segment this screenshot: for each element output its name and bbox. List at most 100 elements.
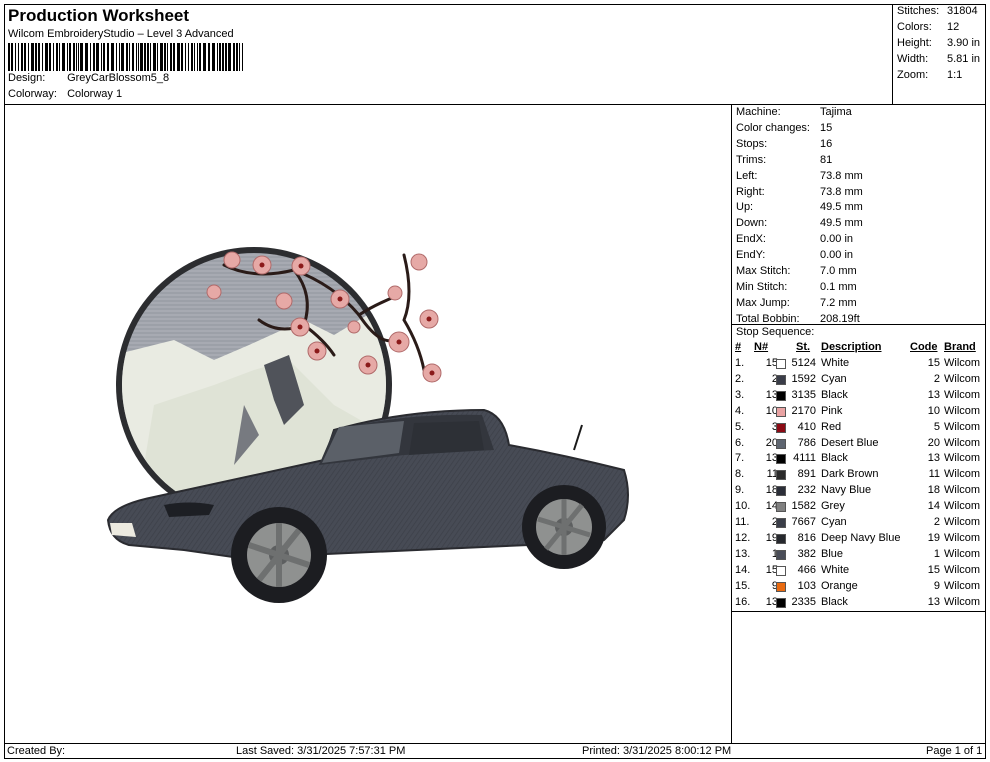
row-code: 15 [927, 357, 940, 369]
info-label: Min Stitch: [736, 280, 788, 293]
stats-box: Stitches: 31804 Colors: 12 Height: 3.90 in … [893, 4, 986, 105]
row-code: 1 [933, 547, 940, 560]
color-swatch [776, 422, 786, 433]
row-index: 5. [735, 420, 745, 433]
row-code: 2 [933, 372, 940, 385]
row-code: 19 [927, 531, 940, 544]
row-brand: Wilcom [944, 547, 981, 560]
color-swatch [776, 374, 786, 385]
info-value: 15 [820, 121, 833, 134]
row-description: Cyan [821, 372, 847, 385]
info-label: Total Bobbin: [736, 312, 800, 325]
worksheet-header: Production Worksheet Wilcom EmbroiderySt… [4, 4, 893, 105]
row-needle: 9 [771, 579, 778, 592]
info-value: 7.0 mm [820, 265, 857, 277]
row-code: 13 [927, 452, 940, 465]
info-row: Down: 49.5 mm [736, 217, 863, 229]
info-row: Left: 73.8 mm [736, 170, 863, 182]
row-code: 14 [927, 500, 940, 513]
row-code: 13 [927, 388, 940, 401]
table-row: 10. 14 1582 Grey 14 Wilcom [732, 499, 986, 515]
info-label: Up: [736, 201, 754, 214]
design-value: GreyCarBlossom5_8 [67, 72, 170, 84]
info-label: EndX: [736, 233, 766, 246]
color-swatch [776, 565, 786, 576]
stop-sequence-label: Stop Sequence: [736, 326, 815, 338]
info-label: Max Jump: [736, 296, 790, 309]
info-label: Machine: [736, 106, 781, 118]
info-label: Color changes: [736, 121, 810, 134]
row-code: 9 [933, 579, 940, 592]
row-brand: Wilcom [944, 500, 981, 513]
embroidery-design-image [106, 247, 629, 603]
row-stitches: 103 [797, 579, 816, 592]
row-index: 11. [735, 516, 750, 528]
info-row: Right: 73.8 mm [736, 186, 863, 198]
row-needle: 10 [765, 404, 778, 417]
barcode-image [8, 43, 243, 71]
row-description: Black [821, 452, 848, 465]
row-brand: Wilcom [944, 420, 981, 433]
row-needle: 11 [766, 468, 778, 481]
table-row: 8. 11 891 Dark Brown 11 Wilcom [732, 467, 986, 483]
row-needle: 15 [765, 563, 778, 576]
row-brand: Wilcom [944, 563, 981, 576]
printed-date: Printed: 3/31/2025 8:00:12 PM [582, 745, 732, 757]
colorway-value: Colorway 1 [67, 88, 123, 100]
row-code: 2 [933, 516, 940, 528]
info-value: 16 [820, 137, 833, 150]
row-brand: Wilcom [944, 372, 981, 385]
last-saved: Last Saved: 3/31/2025 7:57:31 PM [236, 745, 406, 757]
row-stitches: 816 [797, 531, 816, 544]
col-st-header: St. [796, 341, 811, 353]
table-row: 9. 18 232 Navy Blue 18 Wilcom [732, 483, 986, 499]
stitches-value: 31804 [947, 5, 978, 17]
info-label: EndY: [736, 249, 766, 262]
color-swatch [776, 533, 786, 544]
row-description: White [821, 563, 850, 576]
row-needle: 15 [765, 357, 778, 369]
row-needle: 1 [771, 547, 778, 560]
info-label: Trims: [736, 153, 767, 166]
row-needle: 13 [765, 452, 778, 465]
worksheet-footer: Created By: Last Saved: 3/31/2025 7:57:3… [4, 743, 986, 759]
info-value: 49.5 mm [820, 217, 863, 230]
info-label: Left: [736, 169, 758, 182]
row-needle: 2 [771, 372, 778, 385]
row-stitches: 1592 [791, 372, 816, 385]
row-brand: Wilcom [944, 357, 981, 369]
info-label: Right: [736, 185, 765, 198]
table-row: 1. 15 5124 White 15 Wilcom [732, 356, 986, 372]
row-index: 14. [735, 563, 751, 576]
info-label: Down: [736, 217, 768, 230]
design-preview [4, 105, 732, 743]
info-row: Trims: 81 [736, 154, 832, 166]
table-row: 11. 2 7667 Cyan 2 Wilcom [732, 515, 986, 531]
width-label: Width: [897, 53, 929, 65]
info-label: Stops: [736, 137, 768, 150]
col-num-header: N# [754, 341, 769, 353]
info-value: 73.8 mm [820, 169, 863, 182]
row-brand: Wilcom [944, 452, 981, 465]
stitches-label: Stitches: [897, 5, 940, 17]
info-row: Stops: 16 [736, 138, 832, 150]
row-index: 7. [735, 452, 745, 465]
stat-colors: Colors: 12 [897, 21, 959, 33]
colors-label: Colors: [897, 21, 932, 33]
row-needle: 14 [765, 500, 778, 513]
table-row: 2. 2 1592 Cyan 2 Wilcom [732, 372, 986, 388]
info-row: EndY: 0.00 in [736, 249, 853, 261]
row-stitches: 891 [797, 468, 816, 481]
row-description: Navy Blue [821, 484, 872, 497]
row-code: 11 [928, 468, 940, 481]
row-stitches: 232 [797, 484, 816, 497]
table-row: 15. 9 103 Orange 9 Wilcom [732, 579, 986, 595]
row-index: 15. [735, 579, 751, 592]
row-brand: Wilcom [944, 404, 981, 417]
col-idx-header: # [735, 341, 742, 353]
row-index: 16. [735, 595, 751, 608]
row-stitches: 4111 [793, 452, 816, 465]
row-stitches: 786 [797, 436, 816, 449]
height-label: Height: [897, 37, 932, 49]
row-stitches: 466 [797, 563, 816, 576]
